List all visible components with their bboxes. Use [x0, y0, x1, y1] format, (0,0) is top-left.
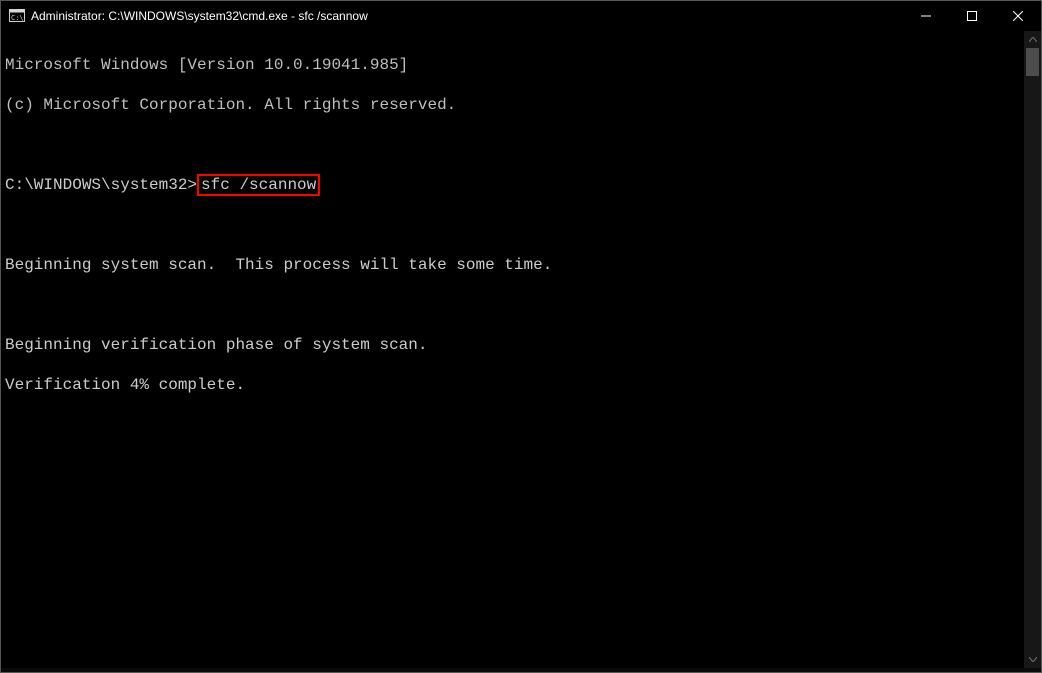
bottom-border [1, 668, 1041, 672]
vertical-scrollbar[interactable] [1024, 31, 1041, 668]
maximize-icon [967, 11, 977, 21]
blank-line [5, 295, 1024, 315]
verify-progress-line: Verification 4% complete. [5, 376, 245, 394]
client-area: Microsoft Windows [Version 10.0.19041.98… [1, 31, 1041, 668]
window-title: Administrator: C:\WINDOWS\system32\cmd.e… [31, 9, 368, 23]
scroll-up-arrow[interactable] [1024, 31, 1041, 48]
scroll-track[interactable] [1024, 48, 1041, 651]
cmd-window: C:\ Administrator: C:\WINDOWS\system32\c… [0, 0, 1042, 673]
version-line: Microsoft Windows [Version 10.0.19041.98… [5, 56, 408, 74]
scan-begin-line: Beginning system scan. This process will… [5, 256, 552, 274]
command-text: sfc /scannow [197, 174, 320, 196]
blank-line [5, 135, 1024, 155]
close-icon [1013, 11, 1023, 21]
verify-begin-line: Beginning verification phase of system s… [5, 336, 427, 354]
prompt: C:\WINDOWS\system32> [5, 176, 197, 194]
minimize-button[interactable] [903, 1, 949, 31]
minimize-icon [921, 11, 931, 21]
scroll-thumb[interactable] [1026, 48, 1039, 76]
close-button[interactable] [995, 1, 1041, 31]
cmd-icon: C:\ [9, 8, 25, 24]
console-output[interactable]: Microsoft Windows [Version 10.0.19041.98… [1, 31, 1024, 668]
chevron-up-icon [1029, 37, 1037, 42]
svg-text:C:\: C:\ [11, 14, 24, 22]
maximize-button[interactable] [949, 1, 995, 31]
blank-line [5, 215, 1024, 235]
chevron-down-icon [1029, 657, 1037, 662]
copyright-line: (c) Microsoft Corporation. All rights re… [5, 96, 456, 114]
titlebar[interactable]: C:\ Administrator: C:\WINDOWS\system32\c… [1, 1, 1041, 31]
scroll-down-arrow[interactable] [1024, 651, 1041, 668]
